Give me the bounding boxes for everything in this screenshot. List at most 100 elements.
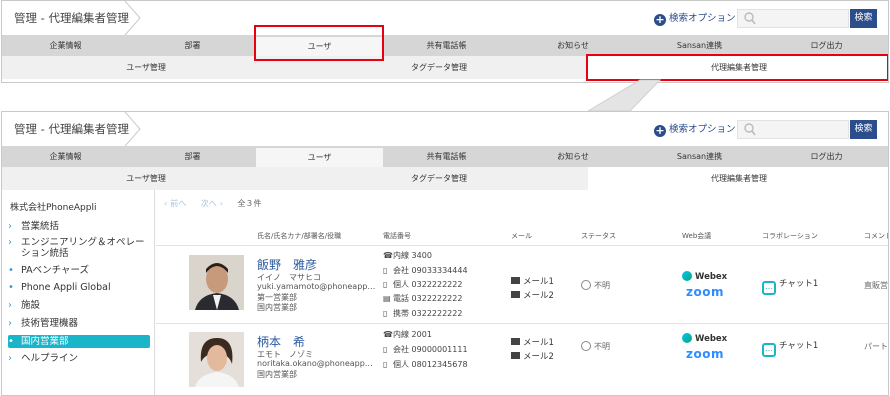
tab-user[interactable]: ユーザ: [256, 37, 383, 56]
presence-status: 不明: [581, 341, 610, 352]
mail-link[interactable]: メール2: [511, 289, 554, 301]
status-circle-icon: [581, 280, 591, 290]
chevron-right-icon: ›: [8, 353, 12, 364]
chevron-right-icon: ›: [8, 237, 12, 248]
tree-item-facility[interactable]: › 施設: [8, 300, 150, 311]
envelope-icon: [511, 352, 520, 359]
tab-company[interactable]: 企業情報: [2, 146, 129, 167]
table-row[interactable]: 飯野 雅彦 イイノ マサヒコ yuki.yamamoto@phoneapp… 第…: [156, 247, 888, 324]
subtab-tag-data[interactable]: タグデータ管理: [290, 56, 588, 79]
chat-link[interactable]: … チャット1: [762, 339, 818, 357]
tab-department[interactable]: 部署: [129, 146, 256, 167]
plus-icon: +: [654, 124, 666, 137]
col-name: 氏名/氏名カナ/部署名/役職: [257, 232, 342, 240]
col-comment: コメント: [864, 232, 888, 240]
tree-item-sales[interactable]: › 営業統括: [8, 221, 150, 232]
tree-item-engineering[interactable]: › エンジニアリング＆オペレーション統括: [8, 237, 150, 259]
tree-item-global[interactable]: • Phone Appli Global: [8, 282, 150, 293]
phone-entry[interactable]: ▯ 会社 09033334444: [383, 265, 468, 276]
user-list: ‹ 前へ 次へ › 全３件 氏名/氏名カナ/部署名/役職 電話番号 メール ステータ…: [156, 190, 888, 395]
user-comment: パート: [864, 342, 888, 351]
search-input[interactable]: [737, 9, 849, 28]
table-row[interactable]: 柄本 希 エモト ノゾミ noritaka.okano@phoneapp… 国内…: [156, 324, 888, 395]
search-icon: [744, 12, 756, 25]
subtab-tag-data[interactable]: タグデータ管理: [290, 167, 588, 190]
tree-item-domestic-sales[interactable]: • 国内営業部: [8, 335, 150, 348]
phone-entry[interactable]: ▯ 携帯 0322222222: [383, 308, 462, 319]
subtab-proxy-editor[interactable]: 代理編集者管理: [588, 167, 888, 190]
phone-entry[interactable]: ▯ 会社 09000001111: [383, 344, 468, 355]
mail-link[interactable]: メール1: [511, 275, 554, 287]
sub-nav: ユーザ管理 タグデータ管理 代理編集者管理: [2, 167, 888, 190]
envelope-icon: [511, 291, 520, 298]
search-option-link[interactable]: + 検索オプション: [654, 122, 736, 137]
tree-item-tech-equipment[interactable]: › 技術管理機器: [8, 318, 150, 329]
mobile-icon: ▯: [383, 345, 388, 354]
tree-root-company[interactable]: 株式会社PhoneAppli: [10, 200, 96, 213]
tab-user[interactable]: ユーザ: [256, 148, 383, 167]
col-web-meeting: Web会議: [682, 232, 712, 240]
search-button[interactable]: 検索: [850, 9, 877, 28]
mail-link[interactable]: メール1: [511, 336, 554, 348]
breadcrumb-chevron-icon: [124, 1, 141, 35]
user-email: noritaka.okano@phoneapp…: [257, 359, 373, 368]
chevron-right-icon: ›: [8, 221, 12, 232]
next-page-link[interactable]: 次へ ›: [201, 199, 223, 208]
zoom-link[interactable]: zoom: [686, 285, 724, 299]
bullet-icon: •: [8, 265, 14, 276]
breadcrumb: 管理 - 代理編集者管理: [14, 11, 129, 25]
webex-link[interactable]: Webex: [682, 271, 727, 282]
chat-link[interactable]: … チャット1: [762, 277, 818, 295]
col-collaboration: コラボレーション: [762, 232, 818, 240]
user-name-link[interactable]: 飯野 雅彦: [257, 256, 317, 273]
main-nav: 企業情報 部署 ユーザ 共有電話帳 お知らせ Sansan連携 ログ出力: [2, 146, 888, 167]
status-circle-icon: [581, 341, 591, 351]
avatar: [189, 332, 244, 387]
user-email: yuki.yamamoto@phoneapp…: [257, 282, 376, 291]
tab-notice[interactable]: お知らせ: [510, 35, 636, 56]
presence-status: 不明: [581, 280, 610, 291]
subtab-proxy-editor[interactable]: 代理編集者管理: [588, 56, 888, 79]
tab-log-export[interactable]: ログ出力: [763, 35, 888, 56]
main-screenshot-frame: 管理 - 代理編集者管理 + 検索オプション 検索 企業情報 部署 ユーザ 共有電…: [1, 111, 889, 396]
search-button[interactable]: 検索: [850, 120, 877, 139]
bullet-icon: •: [8, 282, 14, 293]
webex-icon: [682, 271, 692, 281]
chevron-right-icon: ›: [8, 300, 12, 311]
phone-entry[interactable]: ▯ 個人 08012345678: [383, 359, 468, 370]
phone-icon: ☎: [383, 251, 393, 260]
mail-link[interactable]: メール2: [511, 350, 554, 362]
zoom-link[interactable]: zoom: [686, 347, 724, 361]
breadcrumb-chevron-icon: [124, 112, 141, 146]
search-option-link[interactable]: + 検索オプション: [654, 11, 736, 26]
phone-entry[interactable]: ☎内線 3400: [383, 250, 432, 261]
phone-entry[interactable]: ▯ 個人 0322222222: [383, 279, 462, 290]
mobile-icon: ▯: [383, 266, 388, 275]
subtab-user-management[interactable]: ユーザ管理: [2, 167, 290, 190]
mobile-icon: ▯: [383, 280, 388, 289]
user-name-link[interactable]: 柄本 希: [257, 333, 305, 350]
phone-entry[interactable]: ☎内線 2001: [383, 329, 432, 340]
envelope-icon: [511, 277, 520, 284]
table-header: 氏名/氏名カナ/部署名/役職 電話番号 メール ステータス Web会議 コラボレ…: [156, 226, 888, 246]
envelope-icon: [511, 338, 520, 345]
tab-shared-phonebook[interactable]: 共有電話帳: [383, 146, 510, 167]
tab-sansan[interactable]: Sansan連携: [636, 146, 763, 167]
tab-notice[interactable]: お知らせ: [510, 146, 636, 167]
tab-log-export[interactable]: ログ出力: [763, 146, 888, 167]
result-count: 全３件: [237, 199, 262, 208]
tab-sansan[interactable]: Sansan連携: [636, 35, 763, 56]
webex-link[interactable]: Webex: [682, 333, 727, 344]
tree-item-pa-ventures[interactable]: • PAベンチャーズ: [8, 265, 150, 276]
fax-icon: ▤: [383, 294, 391, 303]
search-input[interactable]: [737, 120, 849, 139]
tab-shared-phonebook[interactable]: 共有電話帳: [383, 35, 510, 56]
subtab-user-management[interactable]: ユーザ管理: [2, 56, 290, 79]
prev-page-link[interactable]: ‹ 前へ: [164, 199, 186, 208]
chat-icon: …: [762, 343, 776, 357]
col-phone: 電話番号: [383, 232, 411, 240]
phone-entry[interactable]: ▤ 電話 0322222222: [383, 293, 462, 304]
tab-company[interactable]: 企業情報: [2, 35, 129, 56]
tab-department[interactable]: 部署: [129, 35, 256, 56]
tree-item-helpline[interactable]: › ヘルプライン: [8, 353, 150, 364]
